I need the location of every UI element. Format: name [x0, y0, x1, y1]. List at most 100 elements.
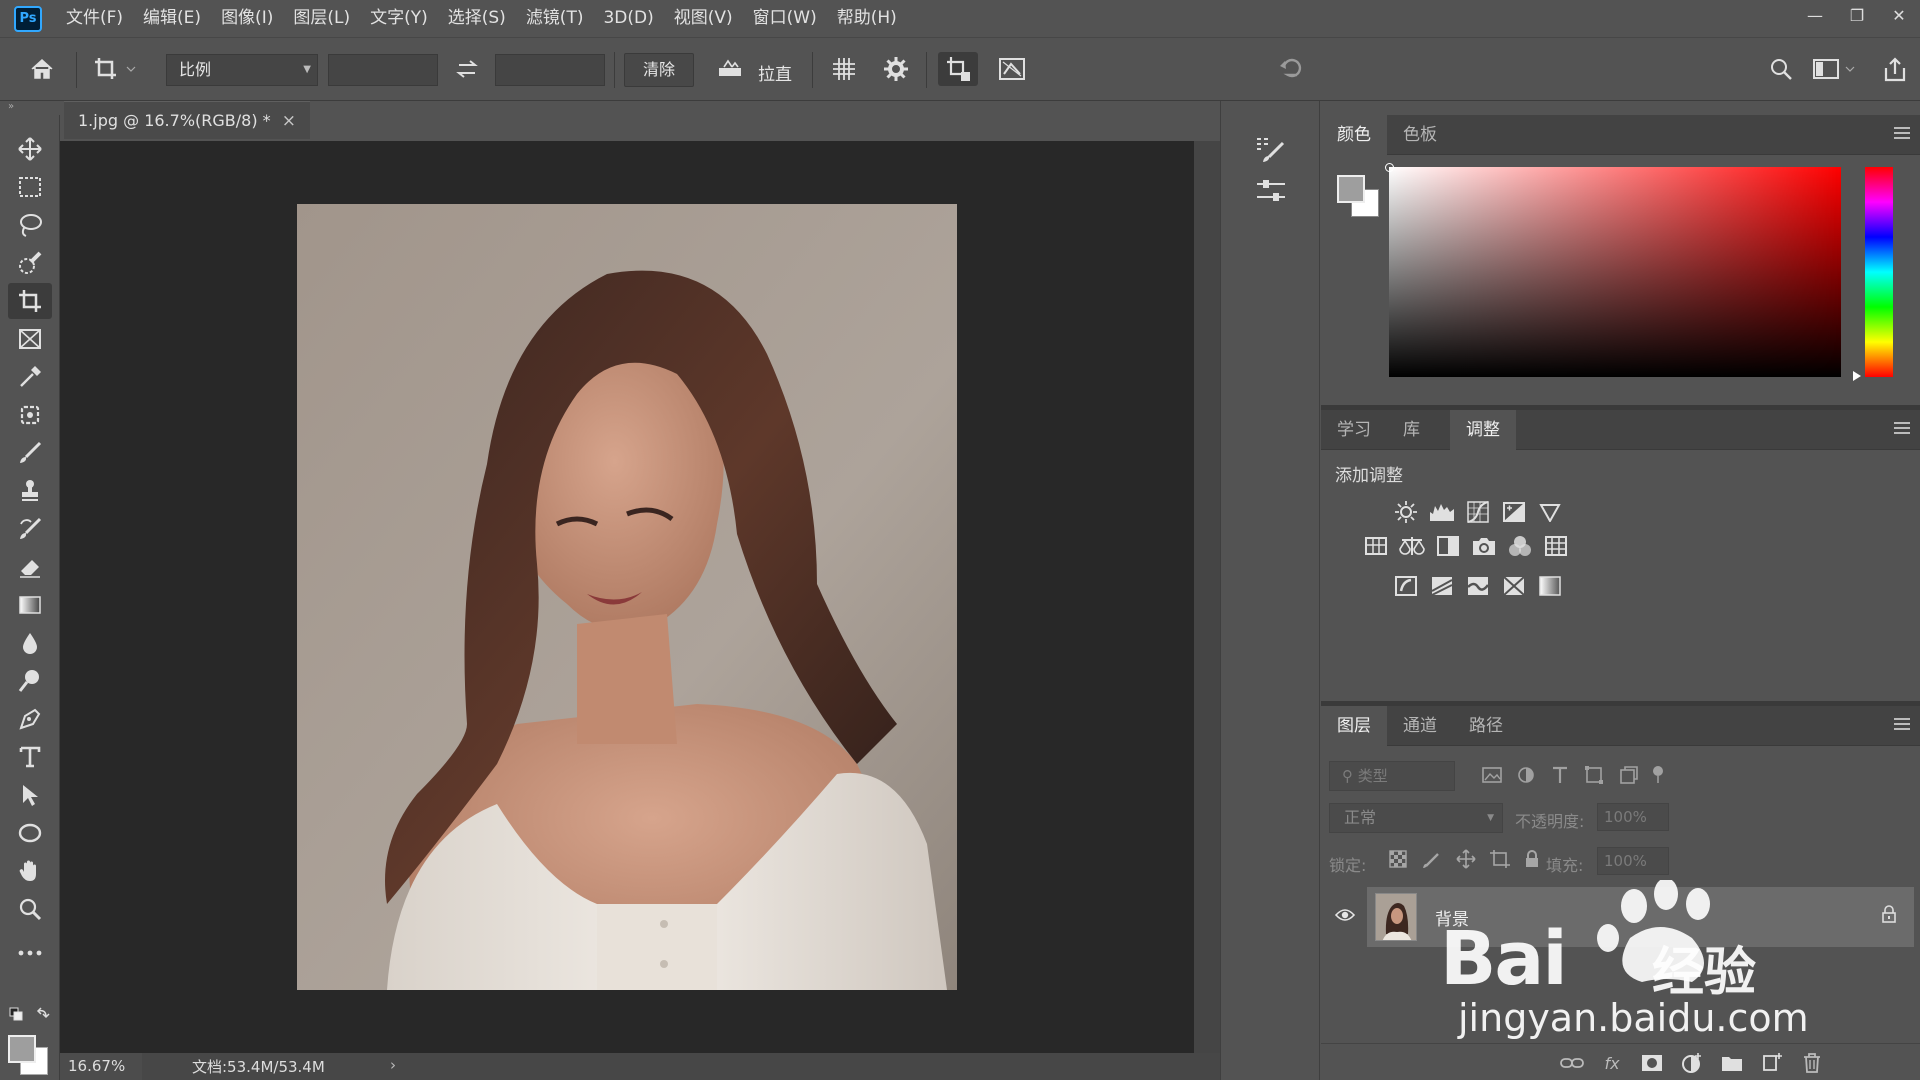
add-mask-icon[interactable]	[1639, 1052, 1665, 1074]
menu-file[interactable]: 文件(F)	[56, 0, 133, 37]
quick-selection-tool-icon[interactable]	[8, 245, 52, 281]
tab-color[interactable]: 颜色	[1321, 115, 1387, 155]
restore-icon[interactable]: ❐	[1836, 0, 1878, 30]
tab-paths[interactable]: 路径	[1453, 706, 1519, 746]
gradient-map-icon[interactable]	[1537, 573, 1563, 599]
zoom-tool-icon[interactable]	[8, 891, 52, 927]
content-aware-icon[interactable]	[992, 52, 1032, 86]
zoom-level[interactable]: 16.67%	[60, 1053, 142, 1080]
gradient-tool-icon[interactable]	[8, 587, 52, 623]
color-picker-marker[interactable]	[1385, 163, 1394, 172]
share-icon[interactable]	[1878, 52, 1912, 86]
hue-slider-handle[interactable]	[1853, 371, 1861, 381]
ellipse-tool-icon[interactable]	[8, 815, 52, 851]
swap-icon[interactable]	[450, 52, 484, 86]
search-icon[interactable]	[1764, 52, 1798, 86]
new-group-icon[interactable]	[1719, 1052, 1745, 1074]
clear-button[interactable]: 清除	[624, 53, 694, 87]
vertical-scrollbar[interactable]	[1194, 141, 1220, 1053]
dodge-tool-icon[interactable]	[8, 663, 52, 699]
eye-icon[interactable]	[1334, 907, 1356, 926]
stamp-tool-icon[interactable]	[8, 473, 52, 509]
tab-adjustments[interactable]: 调整	[1450, 410, 1516, 450]
fg-bg-color-swatch[interactable]	[1335, 173, 1379, 217]
menu-layer[interactable]: 图层(L)	[283, 0, 360, 37]
filter-toggle-icon[interactable]	[1651, 765, 1665, 789]
channel-mixer-icon[interactable]	[1507, 533, 1533, 559]
lock-pixels-icon[interactable]	[1421, 849, 1443, 873]
lock-position-icon[interactable]	[1455, 849, 1477, 873]
menu-edit[interactable]: 编辑(E)	[133, 0, 211, 37]
menu-image[interactable]: 图像(I)	[211, 0, 283, 37]
path-selection-tool-icon[interactable]	[8, 777, 52, 813]
type-layer-filter-icon[interactable]	[1549, 765, 1571, 789]
height-ratio-input[interactable]	[495, 54, 605, 86]
adjustment-layer-filter-icon[interactable]	[1515, 765, 1537, 789]
black-white-icon[interactable]	[1435, 533, 1461, 559]
foreground-background-swatch[interactable]	[6, 1033, 54, 1079]
grid-overlay-icon[interactable]	[826, 52, 862, 86]
menu-3d[interactable]: 3D(D)	[593, 0, 663, 37]
eyedropper-tool-icon[interactable]	[8, 359, 52, 395]
panel-menu-icon[interactable]	[1894, 422, 1910, 434]
crop-preset-icon[interactable]	[90, 52, 140, 86]
smart-object-filter-icon[interactable]	[1617, 765, 1639, 789]
menu-select[interactable]: 选择(S)	[438, 0, 516, 37]
healing-brush-tool-icon[interactable]	[8, 397, 52, 433]
type-tool-icon[interactable]	[8, 739, 52, 775]
lock-icon[interactable]	[1882, 905, 1896, 927]
lasso-tool-icon[interactable]	[8, 207, 52, 243]
trash-icon[interactable]	[1799, 1052, 1825, 1074]
fx-icon[interactable]: fx	[1599, 1052, 1625, 1074]
pen-tool-icon[interactable]	[8, 701, 52, 737]
hue-slider[interactable]	[1865, 167, 1893, 377]
color-balance-icon[interactable]	[1399, 533, 1425, 559]
minimize-icon[interactable]: —	[1794, 0, 1836, 30]
straighten-label[interactable]: 拉直	[758, 60, 792, 85]
brush-settings-icon[interactable]	[1233, 131, 1309, 167]
straighten-icon[interactable]	[712, 52, 748, 86]
close-tab-icon[interactable]: ×	[282, 102, 296, 140]
panel-menu-icon[interactable]	[1894, 127, 1910, 139]
tab-learn[interactable]: 学习	[1321, 410, 1387, 450]
default-colors-icon[interactable]	[8, 1005, 52, 1025]
saturation-brightness-field[interactable]	[1385, 163, 1841, 377]
reset-icon[interactable]	[1276, 52, 1306, 86]
gear-icon[interactable]	[878, 52, 914, 86]
lock-all-icon[interactable]	[1523, 849, 1541, 873]
vibrance-icon[interactable]	[1537, 499, 1563, 525]
blur-tool-icon[interactable]	[8, 625, 52, 661]
new-adjustment-layer-icon[interactable]	[1679, 1052, 1705, 1074]
move-tool-icon[interactable]	[8, 131, 52, 167]
shape-layer-filter-icon[interactable]	[1583, 765, 1605, 789]
new-layer-icon[interactable]	[1759, 1052, 1785, 1074]
marquee-tool-icon[interactable]	[8, 169, 52, 205]
selective-color-icon[interactable]	[1501, 573, 1527, 599]
width-ratio-input[interactable]	[328, 54, 438, 86]
pixel-layer-filter-icon[interactable]	[1481, 765, 1503, 789]
properties-icon[interactable]	[1233, 173, 1309, 209]
brush-tool-icon[interactable]	[8, 435, 52, 471]
menu-type[interactable]: 文字(Y)	[360, 0, 438, 37]
fill-field[interactable]: 100%	[1597, 847, 1669, 875]
curves-icon[interactable]	[1465, 499, 1491, 525]
frame-tool-icon[interactable]	[8, 321, 52, 357]
menu-help[interactable]: 帮助(H)	[827, 0, 907, 37]
toolbox-collapse-icon[interactable]: »	[8, 101, 48, 115]
tab-swatches[interactable]: 色板	[1387, 115, 1453, 155]
menu-window[interactable]: 窗口(W)	[743, 0, 827, 37]
menu-filter[interactable]: 滤镜(T)	[516, 0, 594, 37]
hue-saturation-icon[interactable]	[1363, 533, 1389, 559]
color-lookup-icon[interactable]	[1543, 533, 1569, 559]
link-layers-icon[interactable]	[1559, 1052, 1585, 1074]
photo-portrait[interactable]	[297, 204, 957, 990]
workspace-icon[interactable]	[1810, 52, 1860, 86]
eraser-tool-icon[interactable]	[8, 549, 52, 585]
layer-row-background[interactable]: 背景	[1367, 887, 1914, 947]
crop-tool-icon[interactable]	[8, 283, 52, 319]
lock-artboard-icon[interactable]	[1489, 849, 1511, 873]
levels-icon[interactable]	[1429, 499, 1455, 525]
delete-cropped-pixels-icon[interactable]	[938, 52, 978, 86]
history-brush-tool-icon[interactable]	[8, 511, 52, 547]
threshold-icon[interactable]	[1465, 573, 1491, 599]
